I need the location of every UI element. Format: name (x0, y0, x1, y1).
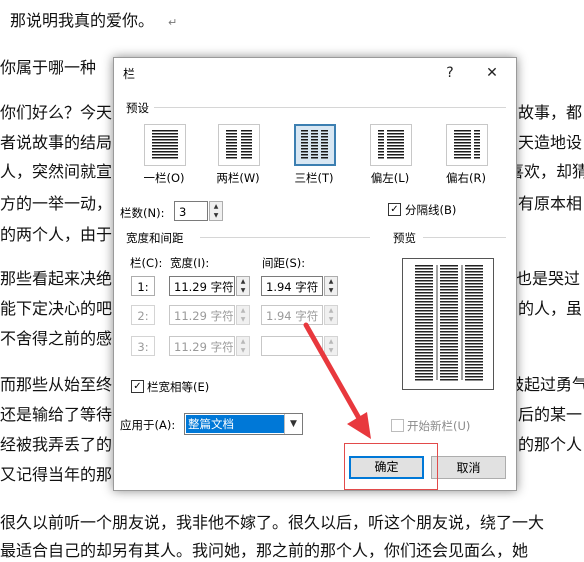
annotation-arrow-icon (303, 322, 363, 423)
annotation-arrow-layer (303, 322, 371, 439)
